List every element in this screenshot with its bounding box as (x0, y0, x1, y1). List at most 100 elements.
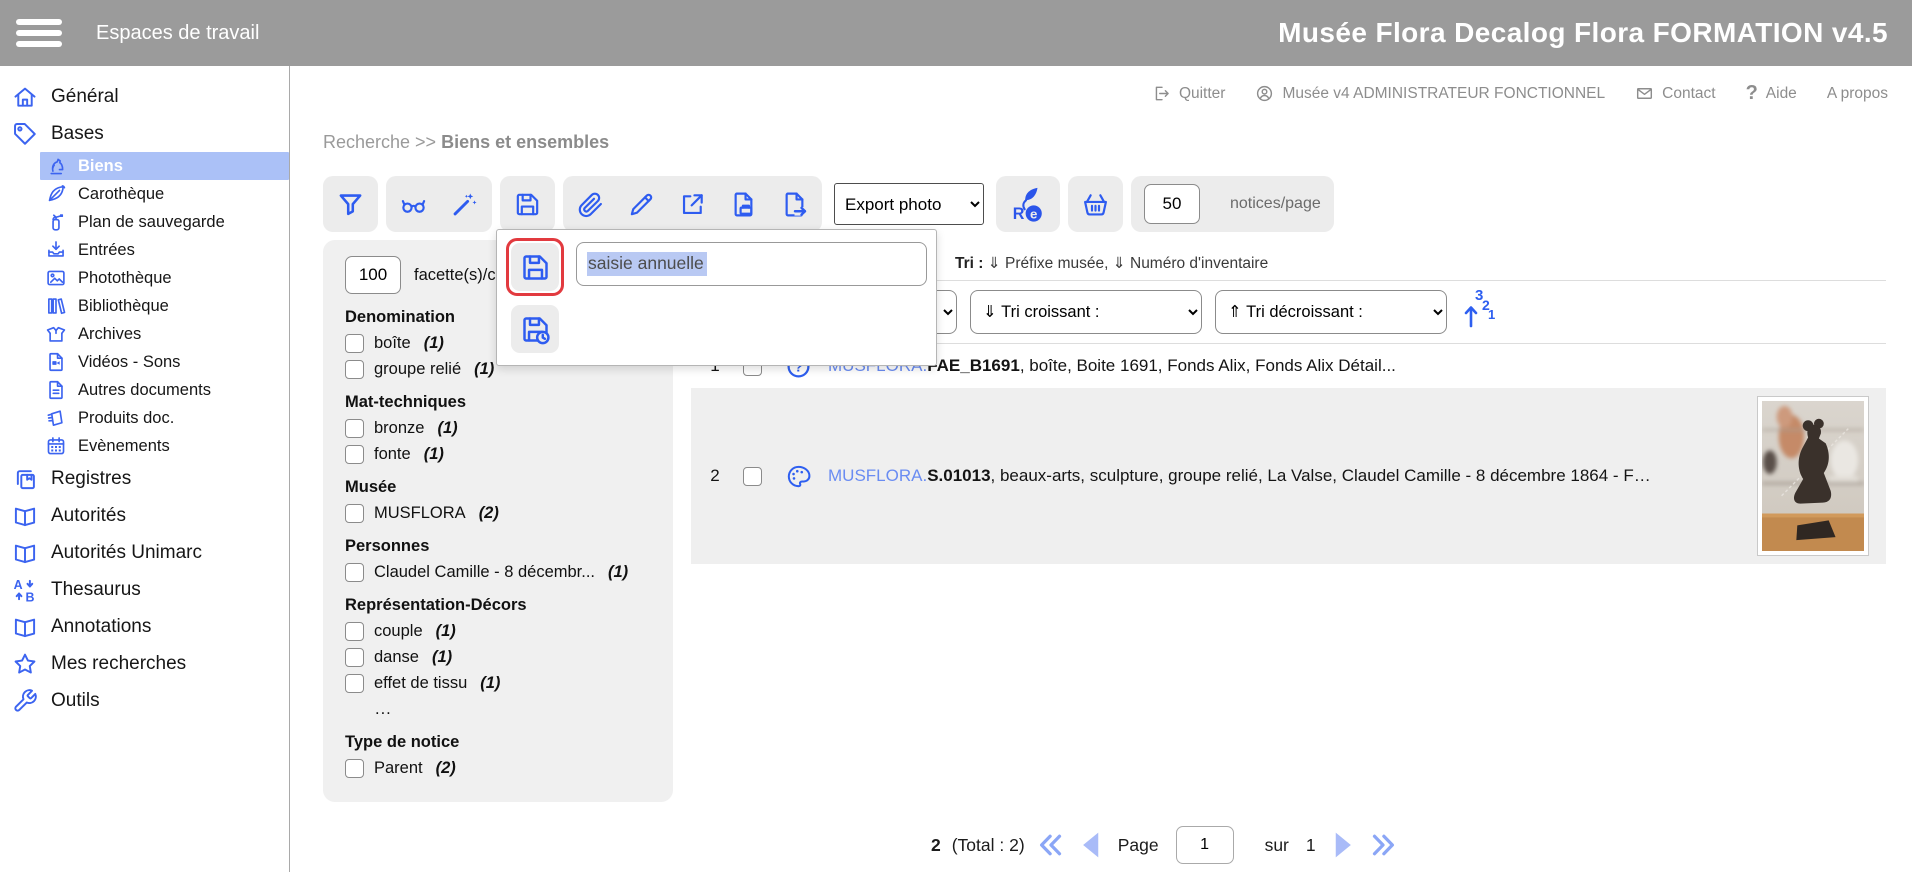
sort-ascending-select[interactable]: ⇓ Tri croissant : (970, 290, 1202, 334)
facet-checkbox-musflora[interactable] (345, 504, 364, 523)
result-title[interactable]: MUSFLORA.S.01013, beaux-arts, sculpture,… (828, 466, 1651, 486)
view-glasses-icon[interactable] (399, 190, 428, 219)
books-icon (45, 295, 67, 317)
sidebar-item-bibliotheque[interactable]: Bibliothèque (40, 292, 289, 320)
external-link-icon[interactable] (678, 190, 707, 219)
export-document-icon[interactable] (780, 190, 809, 219)
result-thumbnail[interactable] (1757, 396, 1869, 556)
sidebar-item-phototheque[interactable]: Photothèque (40, 264, 289, 292)
sidebar-item-produits-doc[interactable]: Produits doc. (40, 404, 289, 432)
paperclip-icon[interactable] (576, 190, 605, 219)
facet-checkbox-bronze[interactable] (345, 419, 364, 438)
sidebar-item-thesaurus[interactable]: Thesaurus (0, 571, 289, 608)
export-photo-select[interactable]: Export photo (834, 183, 984, 225)
page-number-input[interactable] (1176, 826, 1234, 864)
facet-checkbox-claudel-camille[interactable] (345, 563, 364, 582)
last-page-icon[interactable] (1368, 830, 1398, 860)
facet-count-input[interactable] (345, 256, 401, 294)
photo-icon (45, 267, 67, 289)
sidebar-item-autres-documents[interactable]: Autres documents (40, 376, 289, 404)
save-search-icon[interactable] (513, 190, 542, 219)
facet-checkbox-couple[interactable] (345, 622, 364, 641)
result-total: (Total : 2) (952, 835, 1025, 856)
open-book-icon (12, 614, 38, 640)
sidebar-item-annotations[interactable]: Annotations (0, 608, 289, 645)
open-book-icon (12, 540, 38, 566)
breadcrumb-root[interactable]: Recherche (323, 132, 410, 152)
sidebar-item-outils[interactable]: Outils (0, 682, 289, 719)
facet-checkbox-fonte[interactable] (345, 445, 364, 464)
sidebar: Général Bases Biens Carothèque Plan de s… (0, 66, 290, 872)
palette-icon[interactable] (785, 463, 812, 490)
facet-group-musee: Musée MUSFLORA(2) (345, 478, 659, 523)
first-page-icon[interactable] (1036, 830, 1066, 860)
sidebar-item-biens[interactable]: Biens (40, 152, 289, 180)
about-button[interactable]: A propos (1827, 85, 1888, 103)
sidebar-item-plan-de-sauvegarde[interactable]: Plan de sauvegarde (40, 208, 289, 236)
facet-checkbox-danse[interactable] (345, 648, 364, 667)
quit-button[interactable]: Quitter (1152, 84, 1226, 103)
highlight-red-ring (506, 238, 564, 296)
result-count: 2 (931, 835, 941, 856)
sur-label: sur (1265, 835, 1289, 856)
sidebar-item-registres[interactable]: Registres (0, 460, 289, 497)
top-bar: Espaces de travail Musée Flora Decalog F… (0, 0, 1912, 66)
result-checkbox[interactable] (743, 467, 762, 486)
sidebar-item-archives[interactable]: Archives (40, 320, 289, 348)
workspace-label[interactable]: Espaces de travail (96, 22, 259, 45)
pagination: 2 (Total : 2) Page sur 1 (931, 826, 1398, 864)
page-label: Page (1118, 835, 1159, 856)
selected-text: saisie annuelle (587, 252, 707, 276)
main-content: Quitter Musée v4 ADMINISTRATEUR FONCTION… (291, 66, 1912, 872)
contact-button[interactable]: Contact (1635, 84, 1715, 103)
previous-page-icon[interactable] (1077, 830, 1107, 860)
sidebar-item-bases[interactable]: Bases (0, 115, 289, 152)
sidebar-item-carotheque[interactable]: Carothèque (40, 180, 289, 208)
sidebar-item-videos-sons[interactable]: Vidéos - Sons (40, 348, 289, 376)
save-icon (519, 251, 552, 284)
facet-checkbox-parent[interactable] (345, 759, 364, 778)
video-document-icon (45, 351, 67, 373)
search-name-input[interactable]: saisie annuelle (576, 242, 927, 286)
sidebar-item-autorites[interactable]: Autorités (0, 497, 289, 534)
sidebar-item-entrees[interactable]: Entrées (40, 236, 289, 264)
facet-checkbox-effet-de-tissu[interactable] (345, 674, 364, 693)
print-document-icon[interactable] (729, 190, 758, 219)
save-clock-icon (519, 313, 552, 346)
edit-pencil-icon[interactable] (627, 190, 656, 219)
re-index-icon[interactable]: Re (1009, 185, 1047, 223)
facet-more-link[interactable]: ... (375, 700, 659, 719)
current-sort-label: Tri : ⇓ Préfixe musée, ⇓ Numéro d'invent… (955, 254, 1268, 273)
current-user[interactable]: Musée v4 ADMINISTRATEUR FONCTIONNEL (1255, 84, 1605, 103)
question-mark-icon: ? (1746, 82, 1758, 105)
breadcrumb-current: Biens et ensembles (441, 132, 609, 152)
filter-icon[interactable] (336, 190, 365, 219)
facet-checkbox-groupe-relie[interactable] (345, 360, 364, 379)
sidebar-item-mes-recherches[interactable]: Mes recherches (0, 645, 289, 682)
save-scheduled-search-button[interactable] (511, 305, 559, 353)
next-page-icon[interactable] (1327, 830, 1357, 860)
sort-controls: ⇓ Tri croissant : ⇑ Tri décroissant : 32… (871, 290, 1496, 334)
envelope-icon (1635, 84, 1654, 103)
basket-icon[interactable] (1081, 190, 1110, 219)
svg-text:R: R (1013, 205, 1025, 223)
notices-per-page-input[interactable] (1144, 184, 1200, 224)
help-button[interactable]: ?Aide (1746, 82, 1797, 105)
user-icon (1255, 84, 1274, 103)
sidebar-item-autorites-unimarc[interactable]: Autorités Unimarc (0, 534, 289, 571)
sidebar-item-evenements[interactable]: Evènements (40, 432, 289, 460)
hamburger-menu-icon[interactable] (16, 14, 62, 52)
feather-icon (45, 183, 67, 205)
breadcrumb: Recherche >> Biens et ensembles (323, 132, 609, 153)
sort-descending-select[interactable]: ⇑ Tri décroissant : (1215, 290, 1447, 334)
save-named-search-button[interactable] (511, 243, 559, 291)
magic-wand-icon[interactable] (450, 190, 479, 219)
sidebar-item-general[interactable]: Général (0, 78, 289, 115)
facet-group-mat-techniques: Mat-techniques bronze(1) fonte(1) (345, 393, 659, 464)
sort-order-321-icon[interactable]: 321 (1464, 293, 1496, 331)
star-icon (12, 651, 38, 677)
notices-per-page-label: notices/page (1230, 195, 1321, 213)
extinguisher-icon (45, 211, 67, 233)
registers-icon (12, 466, 38, 492)
facet-checkbox-boite[interactable] (345, 334, 364, 353)
